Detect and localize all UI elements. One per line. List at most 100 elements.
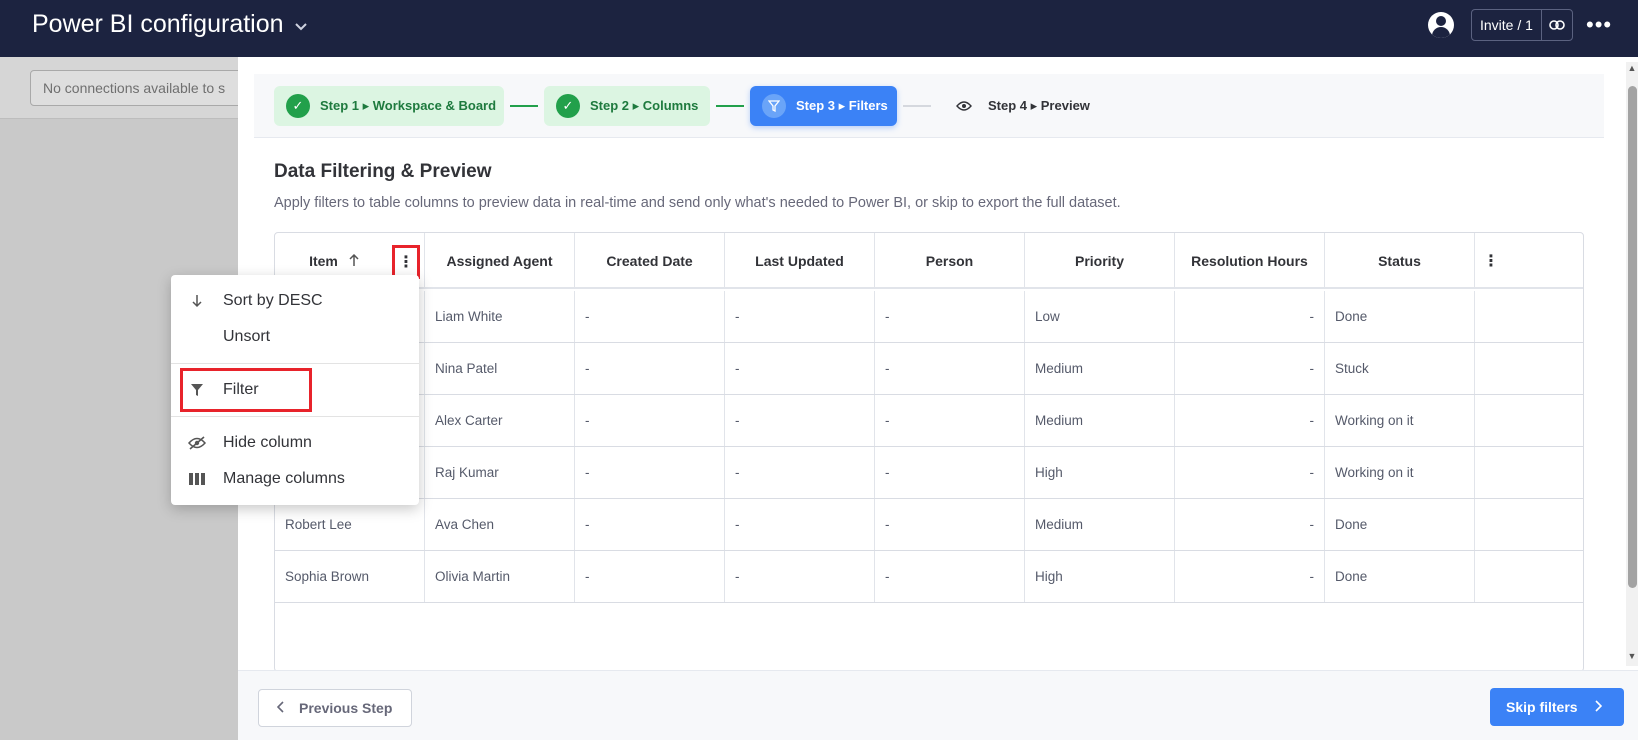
table-cell-empty xyxy=(1475,395,1583,446)
table-row[interactable]: Nina Patel - - - Medium - Stuck xyxy=(275,343,1583,395)
arrow-up-icon[interactable] xyxy=(348,253,360,270)
table-cell: Done xyxy=(1325,551,1475,602)
avatar[interactable] xyxy=(1428,12,1454,38)
preview-table: Item ⋮ Assigned Agent Created Date Last … xyxy=(274,232,1584,672)
table-cell: Done xyxy=(1325,291,1475,342)
scroll-up-icon[interactable]: ▲ xyxy=(1626,63,1638,73)
table-cell-empty xyxy=(1475,447,1583,498)
check-icon: ✓ xyxy=(556,94,580,118)
app-title: Power BI configuration xyxy=(32,10,284,38)
menu-item-label: Manage columns xyxy=(223,470,345,487)
table-cell: Robert Lee xyxy=(275,499,425,550)
table-row[interactable]: Raj Kumar - - - High - Working on it xyxy=(275,447,1583,499)
column-header[interactable]: Person xyxy=(875,233,1025,289)
table-cell: - xyxy=(1175,551,1325,602)
step-label: Step 3 ▸ Filters xyxy=(796,98,888,113)
invite-button[interactable]: Invite / 1 xyxy=(1472,10,1542,40)
kebab-icon: ⋮ xyxy=(1483,253,1499,270)
check-icon: ✓ xyxy=(286,94,310,118)
table-cell: Raj Kumar xyxy=(425,447,575,498)
menu-item-unsort[interactable]: Unsort xyxy=(171,319,419,355)
eye-icon xyxy=(952,94,976,118)
table-cell: - xyxy=(875,551,1025,602)
column-context-menu: Sort by DESC Unsort Filter Hide column M… xyxy=(171,275,419,505)
table-cell: Working on it xyxy=(1325,447,1475,498)
table-options-icon[interactable]: ⋮ xyxy=(1475,233,1583,289)
table-cell: Medium xyxy=(1025,499,1175,550)
chevron-right-icon xyxy=(1594,699,1602,715)
chevron-left-icon xyxy=(276,700,285,716)
step-label: Step 4 ▸ Preview xyxy=(988,98,1090,113)
table-cell: - xyxy=(875,343,1025,394)
step-filters[interactable]: Step 3 ▸ Filters xyxy=(750,86,897,126)
column-header[interactable]: Status xyxy=(1325,233,1475,289)
column-header[interactable]: Resolution Hours xyxy=(1175,233,1325,289)
table-row[interactable]: Sophia Brown Olivia Martin - - - High - Done xyxy=(275,551,1583,603)
table-cell: - xyxy=(1175,447,1325,498)
scroll-down-icon[interactable]: ▼ xyxy=(1626,651,1638,661)
table-cell: - xyxy=(725,343,875,394)
step-columns[interactable]: ✓ Step 2 ▸ Columns xyxy=(544,86,710,126)
connection-select[interactable]: No connections available to s xyxy=(30,70,260,106)
table-cell-empty xyxy=(1475,343,1583,394)
table-row[interactable]: Liam White - - - Low - Done xyxy=(275,291,1583,343)
table-cell: - xyxy=(575,499,725,550)
menu-item-manage-columns[interactable]: Manage columns xyxy=(171,461,419,497)
table-cell: - xyxy=(575,343,725,394)
step-label: Step 1 ▸ Workspace & Board xyxy=(320,98,497,113)
footer: Previous Step Skip filters xyxy=(238,670,1638,740)
app-title-dropdown[interactable]: Power BI configuration xyxy=(32,10,308,39)
table-cell: - xyxy=(875,291,1025,342)
table-row[interactable]: Robert Lee Ava Chen - - - Medium - Done xyxy=(275,499,1583,551)
table-header: Item ⋮ Assigned Agent Created Date Last … xyxy=(275,233,1583,289)
chevron-down-icon xyxy=(294,19,308,35)
table-cell: - xyxy=(575,551,725,602)
table-cell: Alex Carter xyxy=(425,395,575,446)
stepper: ✓ Step 1 ▸ Workspace & Board ✓ Step 2 ▸ … xyxy=(254,74,1604,138)
table-cell: - xyxy=(725,447,875,498)
column-header-label: Item xyxy=(309,253,338,269)
filter-highlight xyxy=(180,368,312,412)
scrollbar-thumb[interactable] xyxy=(1628,86,1637,588)
table-cell-empty xyxy=(1475,291,1583,342)
table-cell: - xyxy=(725,551,875,602)
step-workspace-board[interactable]: ✓ Step 1 ▸ Workspace & Board xyxy=(274,86,504,126)
table-cell: Liam White xyxy=(425,291,575,342)
skip-filters-button[interactable]: Skip filters xyxy=(1490,688,1624,726)
menu-item-sort-desc[interactable]: Sort by DESC xyxy=(171,283,419,319)
column-header[interactable]: Priority xyxy=(1025,233,1175,289)
menu-divider xyxy=(171,363,419,364)
previous-step-label: Previous Step xyxy=(299,700,393,716)
table-cell: Low xyxy=(1025,291,1175,342)
table-cell: Ava Chen xyxy=(425,499,575,550)
config-panel: ✓ Step 1 ▸ Workspace & Board ✓ Step 2 ▸ … xyxy=(238,57,1638,740)
table-cell: Sophia Brown xyxy=(275,551,425,602)
step-connector xyxy=(903,105,931,107)
previous-step-button[interactable]: Previous Step xyxy=(258,689,412,727)
table-cell: - xyxy=(875,395,1025,446)
table-cell: - xyxy=(1175,291,1325,342)
avatar-body xyxy=(1432,27,1450,38)
step-label: Step 2 ▸ Columns xyxy=(590,98,699,113)
step-connector xyxy=(510,105,538,107)
table-cell: Stuck xyxy=(1325,343,1475,394)
column-header[interactable]: Last Updated xyxy=(725,233,875,289)
menu-item-hide-column[interactable]: Hide column xyxy=(171,425,419,461)
table-cell: High xyxy=(1025,447,1175,498)
more-options-icon[interactable]: ••• xyxy=(1586,12,1612,38)
table-cell: High xyxy=(1025,551,1175,602)
menu-divider xyxy=(171,416,419,417)
table-cell: Nina Patel xyxy=(425,343,575,394)
table-cell: - xyxy=(1175,395,1325,446)
link-icon[interactable] xyxy=(1542,10,1572,40)
step-connector xyxy=(716,105,744,107)
filter-icon xyxy=(762,94,786,118)
avatar-head xyxy=(1436,16,1446,26)
table-row[interactable]: Alex Carter - - - Medium - Working on it xyxy=(275,395,1583,447)
column-header[interactable]: Assigned Agent xyxy=(425,233,575,289)
table-cell: Medium xyxy=(1025,395,1175,446)
column-header[interactable]: Created Date xyxy=(575,233,725,289)
step-preview[interactable]: Step 4 ▸ Preview xyxy=(948,86,1098,126)
column-menu-icon[interactable]: ⋮ xyxy=(392,245,420,279)
menu-item-label: Unsort xyxy=(223,328,271,345)
